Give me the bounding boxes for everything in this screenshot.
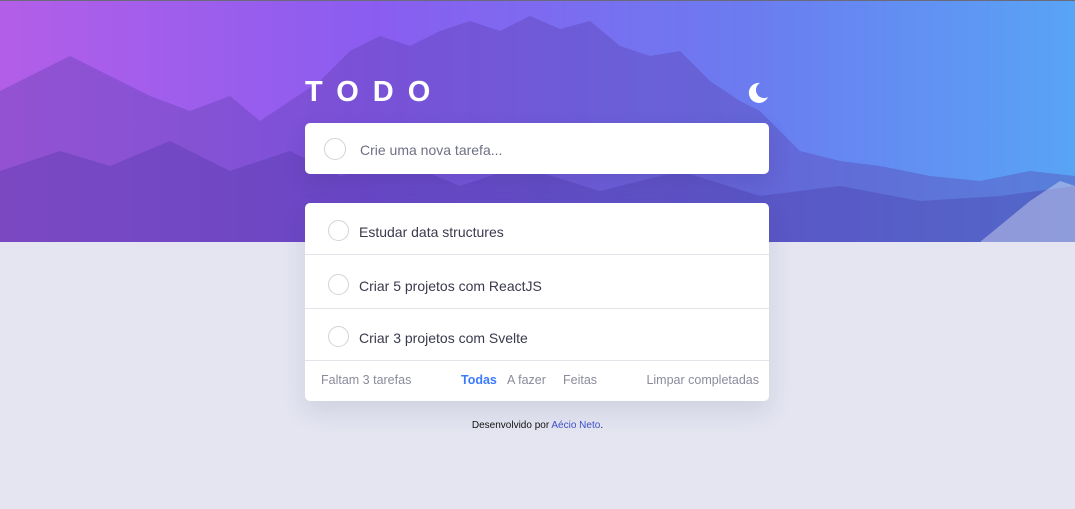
todo-label: Criar 5 projetos com ReactJS [359, 278, 542, 294]
new-todo-box [305, 123, 769, 176]
new-todo-input[interactable] [358, 123, 757, 176]
list-footer: Faltam 3 tarefas Todas A fazer Feitas Li… [305, 361, 769, 401]
list-item[interactable]: Criar 5 projetos com ReactJS [305, 257, 769, 309]
credit-suffix: . [600, 420, 604, 431]
circle-icon[interactable] [324, 138, 346, 160]
author-link[interactable]: Aécio Neto [551, 420, 600, 431]
header: TODO [305, 74, 769, 110]
list-item[interactable]: Estudar data structures [305, 203, 769, 255]
circle-icon[interactable] [328, 326, 349, 347]
app-title: TODO [305, 76, 445, 108]
filter-active[interactable]: A fazer [507, 373, 546, 387]
credit-prefix: Desenvolvido por [471, 420, 550, 431]
filter-completed[interactable]: Feitas [563, 373, 597, 387]
circle-icon[interactable] [328, 274, 349, 295]
todo-label: Estudar data structures [359, 224, 504, 240]
todo-label: Criar 3 projetos com Svelte [359, 330, 528, 346]
filter-all[interactable]: Todas [461, 373, 497, 387]
moon-icon[interactable] [747, 82, 769, 104]
circle-icon[interactable] [328, 220, 349, 241]
clear-completed-button[interactable]: Limpar completadas [646, 373, 759, 387]
items-left-count: Faltam 3 tarefas [321, 373, 412, 387]
todo-list: Estudar data structures Criar 5 projetos… [305, 203, 769, 401]
list-item[interactable]: Criar 3 projetos com Svelte [305, 309, 769, 361]
credit-line: Desenvolvido por Aécio Neto. [0, 420, 1075, 431]
